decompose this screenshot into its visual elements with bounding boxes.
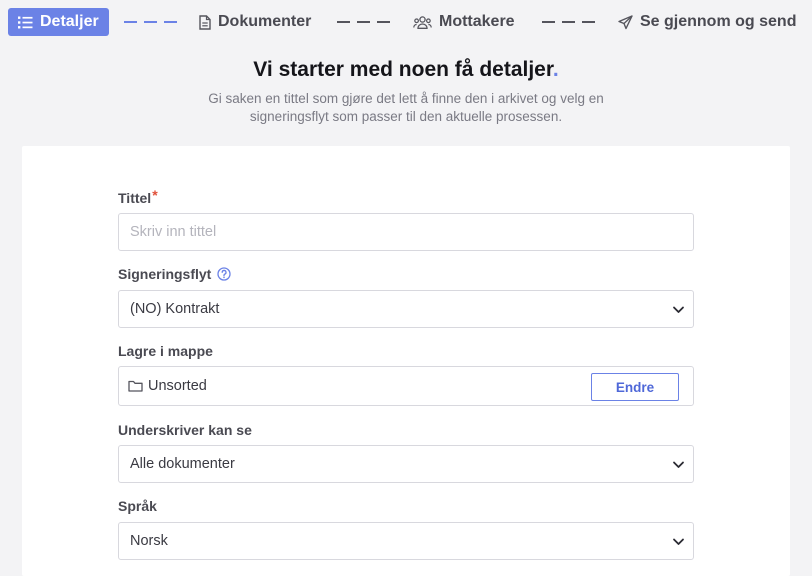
page-title: Vi starter med noen få detaljer. <box>253 58 559 81</box>
send-icon <box>618 14 633 29</box>
step-review-send[interactable]: Se gjennom og send <box>618 8 796 36</box>
signing-flow-select[interactable]: (NO) Kontrakt <box>118 290 694 328</box>
step-recipients[interactable]: Mottakere <box>413 8 515 36</box>
title-label: Tittel * <box>118 187 158 206</box>
users-icon <box>413 15 432 29</box>
folder-value: Unsorted <box>148 378 207 394</box>
details-form-card: Tittel* Signeringsflyt (NO) Kontrakt Lag… <box>22 146 790 576</box>
step-label: Se gjennom og send <box>640 13 797 30</box>
wizard-stepper: Detaljer Dokumenter Mottakere Se gjennom… <box>0 0 812 44</box>
help-circle-icon[interactable] <box>217 267 232 281</box>
chevron-down-icon <box>673 461 684 468</box>
language-label: Språk <box>118 498 157 514</box>
folder-field: Unsorted Endre <box>118 366 694 406</box>
step-label: Detaljer <box>40 13 99 30</box>
signer-can-see-value: Alle dokumenter <box>130 456 235 472</box>
required-mark: * <box>152 187 158 203</box>
folder-label: Lagre i mappe <box>118 343 213 359</box>
step-details[interactable]: Detaljer <box>8 8 109 36</box>
step-documents[interactable]: Dokumenter <box>199 8 311 36</box>
chevron-down-icon <box>673 306 684 313</box>
page-subtitle: Gi saken en tittel som gjøre det lett å … <box>208 91 604 124</box>
step-separator <box>542 21 595 23</box>
chevron-down-icon <box>673 538 684 545</box>
change-folder-button[interactable]: Endre <box>591 373 679 401</box>
title-field <box>118 213 694 251</box>
language-select[interactable]: Norsk <box>118 522 694 560</box>
step-label: Mottakere <box>439 13 515 30</box>
title-input[interactable] <box>130 214 682 250</box>
signing-flow-label: Signeringsflyt <box>118 266 232 282</box>
signer-can-see-label: Underskriver kan se <box>118 422 252 438</box>
language-value: Norsk <box>130 533 168 549</box>
step-separator <box>124 21 177 23</box>
step-label: Dokumenter <box>218 13 312 30</box>
document-icon <box>199 14 211 30</box>
folder-icon <box>128 380 143 392</box>
step-separator <box>337 21 390 23</box>
signing-flow-value: (NO) Kontrakt <box>130 301 220 317</box>
signer-can-see-select[interactable]: Alle dokumenter <box>118 445 694 483</box>
list-icon <box>18 16 33 28</box>
